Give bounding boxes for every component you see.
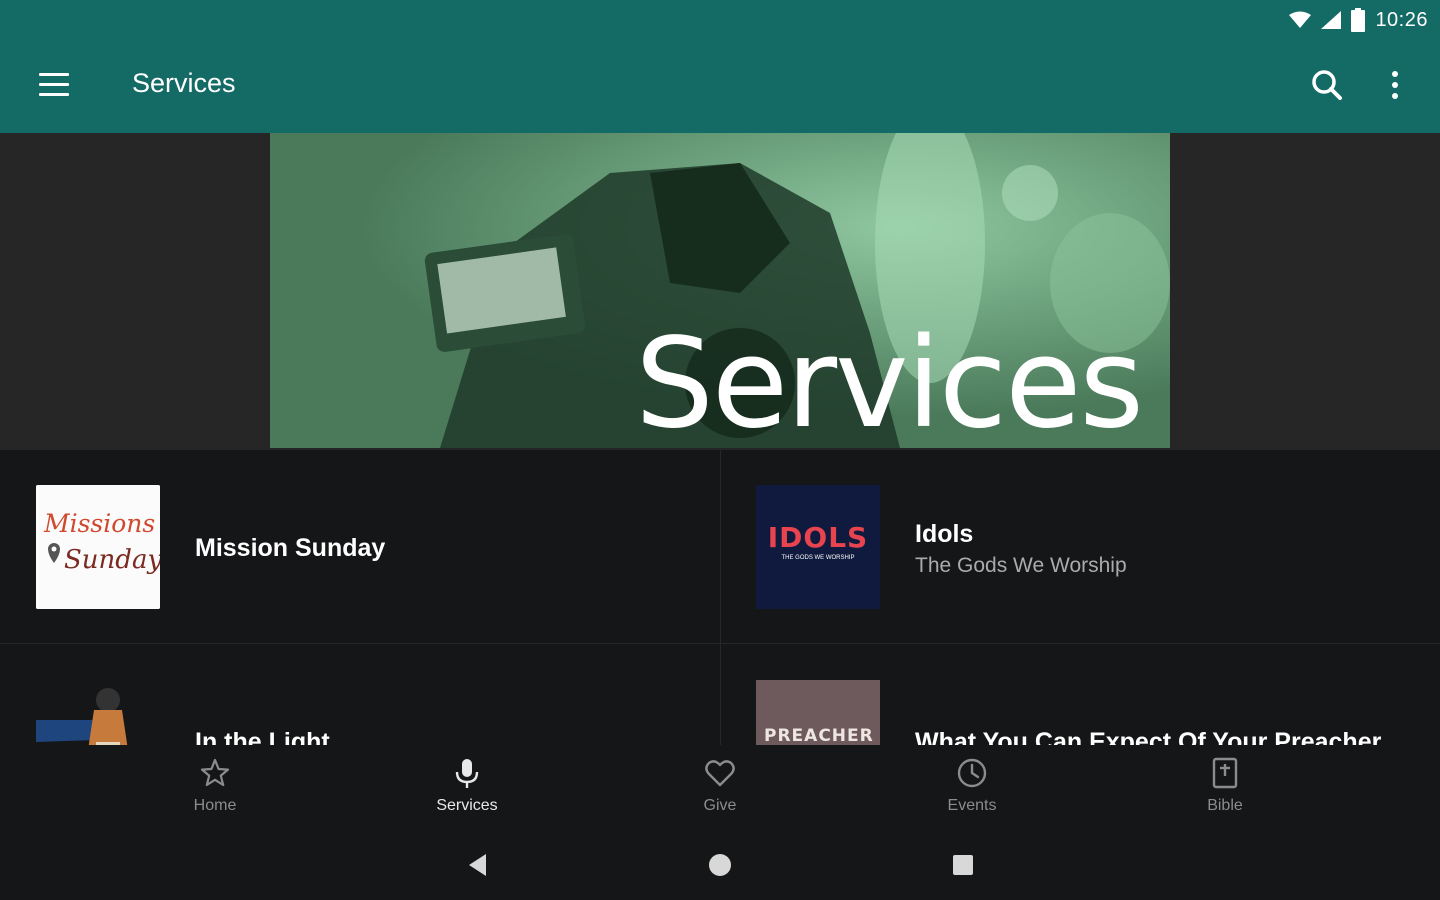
clock-time: 10:26 bbox=[1375, 8, 1428, 31]
signal-icon bbox=[1321, 11, 1342, 29]
lamp-artwork bbox=[36, 680, 160, 745]
series-title: In the Light bbox=[195, 728, 330, 745]
page-title: Services bbox=[132, 68, 236, 98]
tab-give[interactable]: Give bbox=[640, 745, 800, 825]
tab-label: Give bbox=[703, 797, 737, 814]
series-item-in-the-light[interactable]: In the Light bbox=[0, 644, 720, 745]
tab-label: Services bbox=[436, 797, 498, 814]
tab-events[interactable]: Events bbox=[892, 745, 1052, 825]
more-vertical-icon[interactable] bbox=[1384, 66, 1406, 104]
tab-label: Bible bbox=[1207, 797, 1243, 814]
series-thumbnail: IDOLS THE GODS WE WORSHIP bbox=[756, 485, 880, 609]
star-icon bbox=[200, 758, 230, 787]
series-subtitle: The Gods We Worship bbox=[915, 554, 1127, 577]
app-bar: 10:26 Services bbox=[0, 0, 1440, 133]
tab-bible[interactable]: Bible bbox=[1145, 745, 1305, 825]
thumb-title: PREACHER bbox=[764, 726, 874, 745]
system-navigation-bar bbox=[0, 825, 1440, 900]
home-icon[interactable] bbox=[705, 850, 735, 880]
thumb-title-line-1: IDOLS bbox=[767, 521, 869, 554]
tab-services[interactable]: Services bbox=[387, 745, 547, 825]
series-grid: Missions Sunday Mission Sunday IDOLS THE… bbox=[0, 450, 1440, 745]
thumb-subtitle: THE GODS WE WORSHIP bbox=[781, 555, 855, 561]
series-item-preacher[interactable]: PREACHER What You Can Expect Of Your Pre… bbox=[720, 644, 1440, 745]
wifi-icon bbox=[1289, 11, 1312, 28]
back-icon[interactable] bbox=[464, 850, 494, 880]
bible-icon bbox=[1212, 757, 1238, 789]
hero-banner: Services bbox=[270, 133, 1170, 448]
status-bar: 10:26 bbox=[1289, 6, 1428, 34]
series-item-idols[interactable]: IDOLS THE GODS WE WORSHIP Idols The Gods… bbox=[720, 450, 1440, 643]
search-icon[interactable] bbox=[1308, 66, 1346, 104]
heart-icon bbox=[705, 760, 735, 787]
series-thumbnail: Missions Sunday bbox=[36, 485, 160, 609]
bottom-navigation: Home Services Give Events Bible bbox=[0, 745, 1440, 825]
recents-icon[interactable] bbox=[948, 850, 978, 880]
hamburger-menu-icon[interactable] bbox=[39, 73, 69, 97]
series-thumbnail bbox=[36, 680, 160, 745]
thumb-title-line-2: Sunday bbox=[64, 545, 160, 575]
tab-label: Events bbox=[947, 797, 997, 814]
series-thumbnail: PREACHER bbox=[756, 680, 880, 745]
battery-icon bbox=[1351, 8, 1366, 32]
thumb-title-line-1: Missions bbox=[44, 509, 156, 538]
series-title: What You Can Expect Of Your Preacher bbox=[915, 728, 1382, 745]
series-title: Idols bbox=[915, 520, 974, 548]
tab-home[interactable]: Home bbox=[135, 745, 295, 825]
hero-title: Services bbox=[635, 312, 1144, 448]
series-title: Mission Sunday bbox=[195, 534, 386, 562]
clock-icon bbox=[957, 758, 987, 788]
microphone-icon bbox=[455, 759, 479, 788]
series-item-mission-sunday[interactable]: Missions Sunday Mission Sunday bbox=[0, 450, 720, 643]
tab-label: Home bbox=[193, 797, 237, 814]
